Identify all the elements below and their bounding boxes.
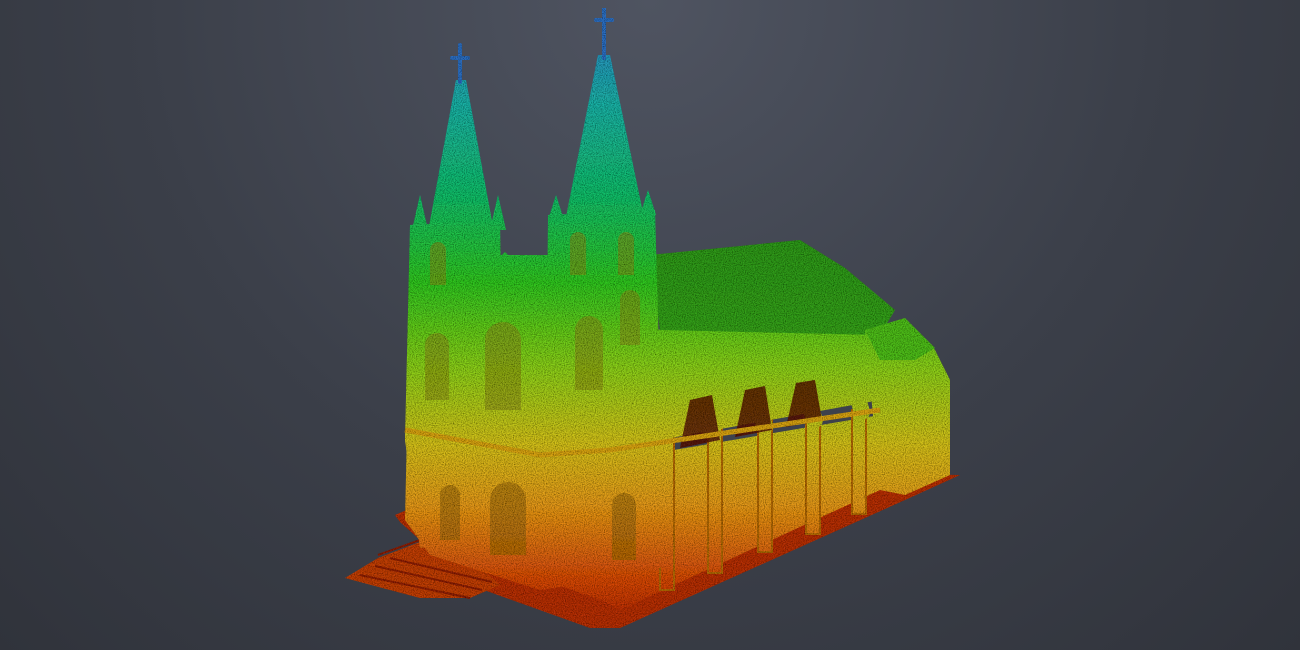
right-spire (565, 55, 645, 222)
nave-roof (650, 240, 895, 335)
3d-viewport[interactable] (0, 0, 1300, 650)
point-cloud-scene (345, 6, 960, 628)
spire-crosses (450, 6, 614, 84)
left-spire (428, 80, 494, 232)
right-tower (545, 210, 665, 600)
